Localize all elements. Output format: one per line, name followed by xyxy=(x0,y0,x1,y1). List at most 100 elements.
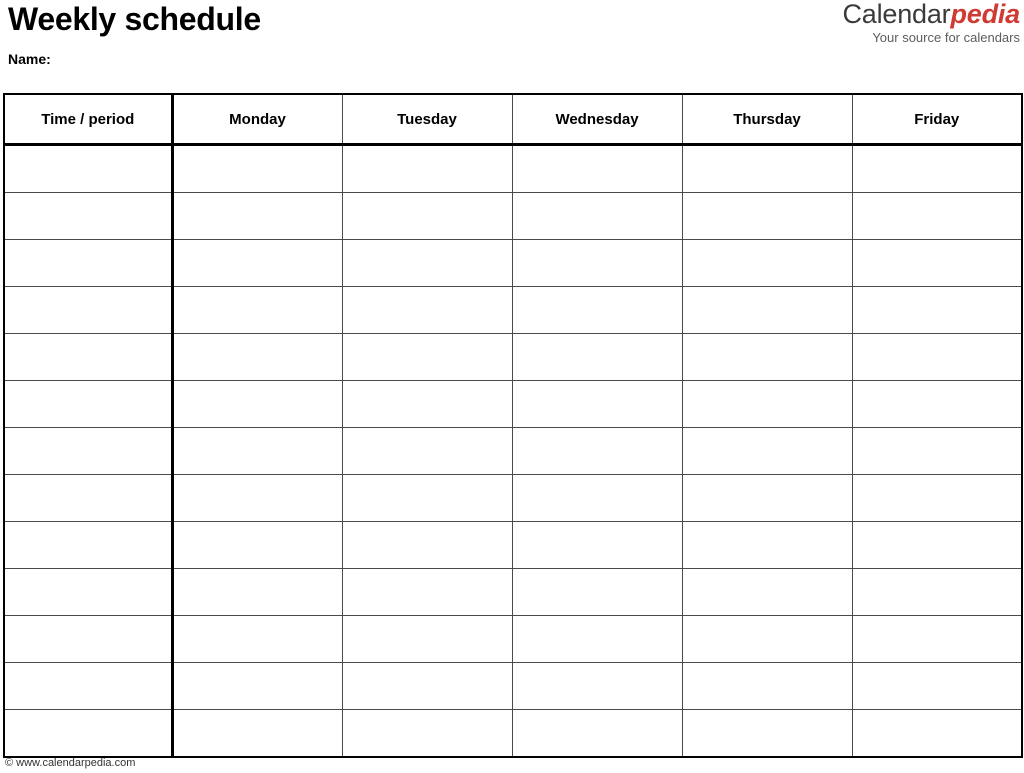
cell-time-period[interactable] xyxy=(3,286,174,334)
cell-day-entry[interactable] xyxy=(681,615,853,663)
cell-day-entry[interactable] xyxy=(171,333,343,381)
cell-day-entry[interactable] xyxy=(511,521,683,569)
column-header-monday: Monday xyxy=(171,93,343,146)
cell-day-entry[interactable] xyxy=(171,239,343,287)
column-header-time-period: Time / period xyxy=(3,93,174,146)
cell-day-entry[interactable] xyxy=(171,615,343,663)
cell-day-entry[interactable] xyxy=(341,568,513,616)
cell-day-entry[interactable] xyxy=(851,615,1023,663)
cell-day-entry[interactable] xyxy=(171,427,343,475)
calendarpedia-logo: Calendarpedia Your source for calendars xyxy=(842,0,1020,46)
cell-day-entry[interactable] xyxy=(171,568,343,616)
cell-day-entry[interactable] xyxy=(851,662,1023,710)
table-header: Time / period Monday Tuesday Wednesday T… xyxy=(3,93,1023,146)
cell-day-entry[interactable] xyxy=(511,333,683,381)
cell-day-entry[interactable] xyxy=(681,568,853,616)
cell-day-entry[interactable] xyxy=(851,380,1023,428)
cell-day-entry[interactable] xyxy=(851,239,1023,287)
cell-day-entry[interactable] xyxy=(341,239,513,287)
cell-time-period[interactable] xyxy=(3,192,174,240)
table-row xyxy=(3,286,1023,334)
cell-day-entry[interactable] xyxy=(171,286,343,334)
cell-day-entry[interactable] xyxy=(171,709,343,758)
cell-time-period[interactable] xyxy=(3,615,174,663)
cell-day-entry[interactable] xyxy=(341,521,513,569)
page-title: Weekly schedule xyxy=(8,1,261,37)
cell-day-entry[interactable] xyxy=(851,709,1023,758)
cell-time-period[interactable] xyxy=(3,521,174,569)
cell-time-period[interactable] xyxy=(3,239,174,287)
cell-day-entry[interactable] xyxy=(171,474,343,522)
name-field-label: Name: xyxy=(8,51,51,67)
cell-day-entry[interactable] xyxy=(341,333,513,381)
table-row xyxy=(3,709,1023,758)
cell-day-entry[interactable] xyxy=(681,709,853,758)
cell-day-entry[interactable] xyxy=(341,615,513,663)
cell-time-period[interactable] xyxy=(3,380,174,428)
cell-time-period[interactable] xyxy=(3,662,174,710)
cell-day-entry[interactable] xyxy=(851,333,1023,381)
cell-time-period[interactable] xyxy=(3,144,174,193)
column-header-friday: Friday xyxy=(851,93,1023,146)
cell-day-entry[interactable] xyxy=(511,286,683,334)
cell-time-period[interactable] xyxy=(3,474,174,522)
cell-day-entry[interactable] xyxy=(851,474,1023,522)
logo-wordmark: Calendarpedia xyxy=(842,0,1020,28)
cell-day-entry[interactable] xyxy=(511,144,683,193)
cell-day-entry[interactable] xyxy=(681,239,853,287)
cell-day-entry[interactable] xyxy=(171,662,343,710)
cell-day-entry[interactable] xyxy=(851,568,1023,616)
cell-day-entry[interactable] xyxy=(341,286,513,334)
cell-day-entry[interactable] xyxy=(341,144,513,193)
cell-day-entry[interactable] xyxy=(681,333,853,381)
weekly-schedule-table: Time / period Monday Tuesday Wednesday T… xyxy=(3,93,1023,758)
cell-day-entry[interactable] xyxy=(681,662,853,710)
cell-day-entry[interactable] xyxy=(851,286,1023,334)
cell-day-entry[interactable] xyxy=(171,380,343,428)
cell-day-entry[interactable] xyxy=(511,568,683,616)
cell-time-period[interactable] xyxy=(3,568,174,616)
cell-day-entry[interactable] xyxy=(681,474,853,522)
cell-day-entry[interactable] xyxy=(341,474,513,522)
cell-day-entry[interactable] xyxy=(171,192,343,240)
cell-day-entry[interactable] xyxy=(511,662,683,710)
table-row xyxy=(3,380,1023,428)
cell-day-entry[interactable] xyxy=(511,474,683,522)
table-row xyxy=(3,333,1023,381)
cell-day-entry[interactable] xyxy=(341,662,513,710)
cell-time-period[interactable] xyxy=(3,427,174,475)
cell-day-entry[interactable] xyxy=(341,427,513,475)
table-body xyxy=(3,144,1023,758)
cell-day-entry[interactable] xyxy=(341,192,513,240)
cell-day-entry[interactable] xyxy=(681,286,853,334)
cell-day-entry[interactable] xyxy=(511,615,683,663)
column-header-wednesday: Wednesday xyxy=(511,93,683,146)
cell-day-entry[interactable] xyxy=(511,427,683,475)
cell-day-entry[interactable] xyxy=(681,192,853,240)
cell-day-entry[interactable] xyxy=(851,521,1023,569)
cell-day-entry[interactable] xyxy=(341,709,513,758)
cell-day-entry[interactable] xyxy=(171,144,343,193)
cell-time-period[interactable] xyxy=(3,333,174,381)
cell-day-entry[interactable] xyxy=(511,380,683,428)
table-row xyxy=(3,568,1023,616)
cell-day-entry[interactable] xyxy=(171,521,343,569)
cell-day-entry[interactable] xyxy=(851,144,1023,193)
cell-day-entry[interactable] xyxy=(511,709,683,758)
cell-day-entry[interactable] xyxy=(681,144,853,193)
table-row xyxy=(3,239,1023,287)
table-row xyxy=(3,427,1023,475)
table-row xyxy=(3,662,1023,710)
cell-day-entry[interactable] xyxy=(681,521,853,569)
cell-day-entry[interactable] xyxy=(681,427,853,475)
cell-day-entry[interactable] xyxy=(511,239,683,287)
column-header-tuesday: Tuesday xyxy=(341,93,513,146)
cell-time-period[interactable] xyxy=(3,709,174,758)
table-row xyxy=(3,615,1023,663)
cell-day-entry[interactable] xyxy=(851,192,1023,240)
cell-day-entry[interactable] xyxy=(341,380,513,428)
cell-day-entry[interactable] xyxy=(851,427,1023,475)
table-row xyxy=(3,474,1023,522)
cell-day-entry[interactable] xyxy=(511,192,683,240)
cell-day-entry[interactable] xyxy=(681,380,853,428)
